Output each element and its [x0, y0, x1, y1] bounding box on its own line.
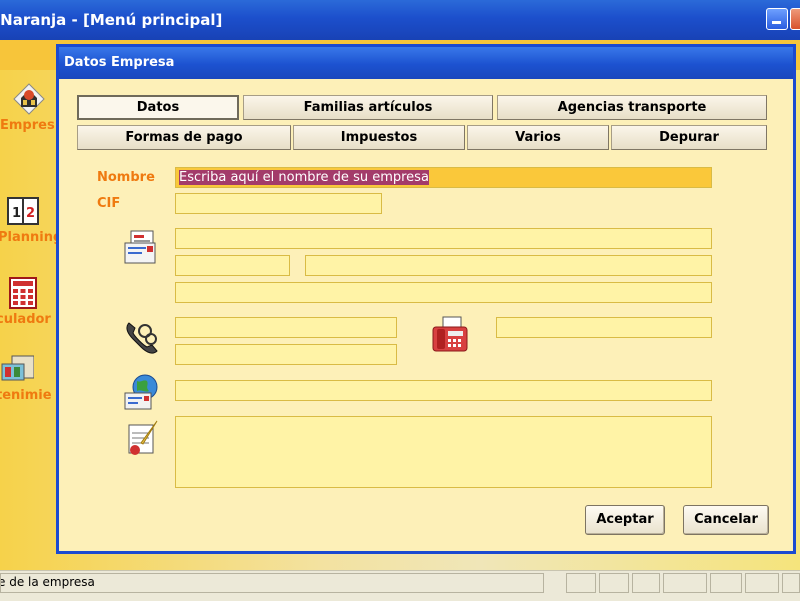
status-bar: e de la empresa	[0, 570, 800, 601]
notes-field[interactable]	[175, 416, 712, 488]
svg-text:1: 1	[12, 206, 21, 221]
tab-agencias-transporte[interactable]: Agencias transporte	[497, 95, 767, 120]
city-field[interactable]	[305, 255, 712, 276]
sidebar-item-label: tenimie	[0, 388, 52, 403]
cancel-button[interactable]: Cancelar	[683, 505, 769, 535]
phone-handset-icon	[126, 322, 158, 354]
calendar-icon: 1 2	[7, 197, 39, 225]
phone2-field[interactable]	[175, 344, 397, 365]
calculator-icon	[9, 277, 37, 309]
close-button[interactable]	[790, 8, 800, 30]
status-panel	[710, 573, 742, 593]
cif-field[interactable]	[175, 193, 382, 214]
status-panel-main	[0, 573, 544, 593]
company-icon	[13, 83, 45, 115]
phone1-field[interactable]	[175, 317, 397, 338]
tab-datos[interactable]: Datos	[77, 95, 239, 120]
main-titlebar: s Naranja - [Menú principal]	[0, 0, 800, 40]
address-card-icon	[124, 230, 156, 264]
fax-icon	[432, 316, 468, 352]
minimize-button[interactable]	[766, 8, 788, 30]
sidebar-item-label: Empres	[0, 118, 55, 133]
main-window-title: s Naranja - [Menú principal]	[0, 11, 223, 29]
tab-depurar[interactable]: Depurar	[611, 125, 767, 150]
sidebar-item-label: Planning	[0, 230, 63, 245]
maintenance-icon	[1, 355, 34, 381]
status-panel	[599, 573, 629, 593]
nombre-value: Escriba aquí el nombre de su empresa	[179, 170, 429, 185]
status-panel	[745, 573, 779, 593]
dialog-title: Datos Empresa	[64, 55, 175, 70]
email-field[interactable]	[175, 380, 712, 401]
status-panel	[782, 573, 800, 593]
status-panel	[632, 573, 660, 593]
postal-code-field[interactable]	[175, 255, 290, 276]
status-panel	[663, 573, 707, 593]
notes-quill-icon	[128, 420, 158, 455]
datos-empresa-dialog: Datos Empresa Datos Familias artículos A…	[56, 44, 796, 554]
dialog-titlebar: Datos Empresa	[59, 47, 793, 79]
tab-familias-articulos[interactable]: Familias artículos	[243, 95, 493, 120]
cif-label: CIF	[97, 196, 121, 211]
address-line1-field[interactable]	[175, 228, 712, 249]
nombre-label: Nombre	[97, 170, 155, 185]
nombre-field[interactable]: Escriba aquí el nombre de su empresa	[175, 167, 712, 188]
status-panel	[566, 573, 596, 593]
svg-text:2: 2	[26, 206, 35, 221]
globe-mail-icon	[124, 374, 158, 410]
accept-button[interactable]: Aceptar	[585, 505, 665, 535]
sidebar-item-label: culador	[0, 312, 51, 327]
tab-formas-de-pago[interactable]: Formas de pago	[77, 125, 291, 150]
tab-varios[interactable]: Varios	[467, 125, 609, 150]
tab-impuestos[interactable]: Impuestos	[293, 125, 465, 150]
fax-field[interactable]	[496, 317, 712, 338]
province-field[interactable]	[175, 282, 712, 303]
